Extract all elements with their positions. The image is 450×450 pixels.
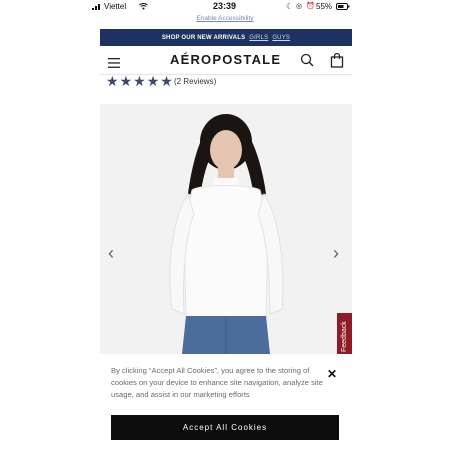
moon-icon: ☾ bbox=[286, 2, 294, 11]
star-icon: ★ bbox=[106, 73, 119, 89]
shopping-bag-icon[interactable] bbox=[330, 52, 344, 68]
star-rating[interactable]: ★ ★ ★ ★ ★ bbox=[106, 74, 173, 88]
hamburger-menu-icon[interactable] bbox=[108, 55, 120, 68]
promo-text: SHOP OUR NEW ARRIVALS bbox=[161, 34, 246, 41]
close-icon[interactable]: ✕ bbox=[327, 367, 337, 381]
star-icon: ★ bbox=[160, 73, 173, 89]
cookie-consent-text: By clicking “Accept All Cookies”, you ag… bbox=[111, 366, 323, 399]
star-icon: ★ bbox=[146, 73, 160, 89]
carousel-next-arrow[interactable]: › bbox=[333, 243, 339, 264]
star-icon: ★ bbox=[133, 73, 146, 89]
review-count-link[interactable]: (2 Reviews) bbox=[174, 77, 216, 86]
location-icon: ◎ bbox=[296, 3, 303, 10]
battery-percent: 55% bbox=[316, 2, 333, 11]
clock: 23:39 bbox=[213, 1, 237, 11]
promo-link-guys[interactable]: GUYS bbox=[272, 35, 290, 41]
wifi-icon bbox=[139, 2, 148, 12]
accept-all-cookies-button[interactable]: Accept All Cookies bbox=[111, 415, 339, 440]
search-icon[interactable] bbox=[300, 53, 314, 67]
battery-icon bbox=[336, 3, 350, 12]
product-image[interactable] bbox=[100, 104, 352, 354]
alarm-icon: ⏰ bbox=[306, 3, 315, 10]
enable-accessibility-link[interactable]: Enable Accessibility bbox=[0, 15, 450, 22]
promo-banner: SHOP OUR NEW ARRIVALS GIRLS GUYS bbox=[100, 29, 352, 46]
status-bar: Viettel 23:39 ☾ ◎ ⏰ 55% bbox=[0, 0, 450, 14]
carrier-label: Viettel bbox=[104, 2, 127, 11]
star-icon: ★ bbox=[119, 73, 133, 89]
signal-icon bbox=[92, 3, 102, 12]
carousel-prev-arrow[interactable]: ‹ bbox=[108, 243, 114, 264]
brand-logo[interactable]: AÉROPOSTALE bbox=[170, 52, 280, 67]
promo-link-girls[interactable]: GIRLS bbox=[249, 35, 268, 41]
